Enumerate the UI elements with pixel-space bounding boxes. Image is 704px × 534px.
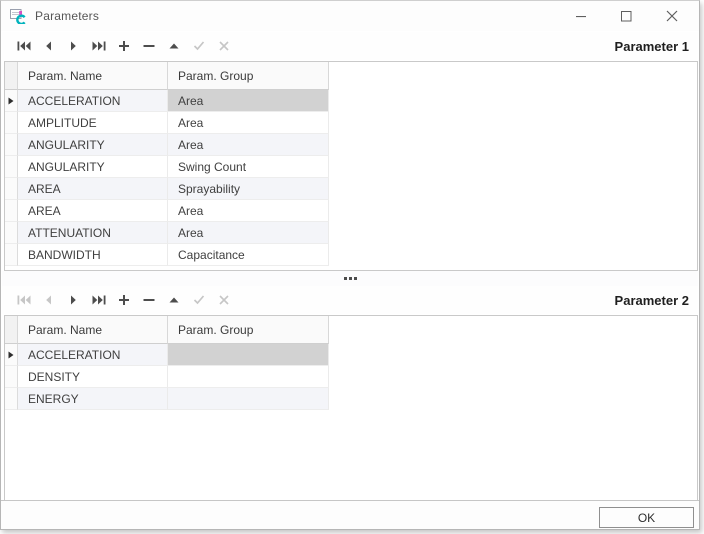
- parameter2-grid: Param. NameParam. GroupACCELERATIONDENSI…: [4, 315, 698, 501]
- maximize-icon: [621, 11, 632, 22]
- table-row[interactable]: AREASprayability: [5, 178, 697, 200]
- row-indicator-cell: [5, 244, 18, 266]
- grid-cell[interactable]: ANGULARITY: [18, 156, 168, 178]
- section-label-parameter1: Parameter 1: [615, 39, 689, 54]
- close-button[interactable]: [649, 1, 694, 31]
- table-row[interactable]: AREAArea: [5, 200, 697, 222]
- nav-delete-button[interactable]: [136, 288, 161, 312]
- navigator-toolbar-parameter2: Parameter 2: [2, 286, 698, 314]
- minimize-button[interactable]: [559, 1, 604, 31]
- row-indicator-cell: [5, 388, 18, 410]
- table-row[interactable]: AMPLITUDEArea: [5, 112, 697, 134]
- current-row-indicator-icon: [8, 97, 14, 105]
- nav-post-button: [186, 34, 211, 58]
- close-icon: [666, 10, 678, 22]
- row-indicator-cell: [5, 90, 18, 112]
- current-row-indicator-icon: [8, 351, 14, 359]
- row-indicator-cell: [5, 366, 18, 388]
- column-header[interactable]: Param. Group: [168, 316, 329, 344]
- grid-cell[interactable]: AREA: [18, 178, 168, 200]
- nav-next-button[interactable]: [61, 288, 86, 312]
- grid-cell[interactable]: AMPLITUDE: [18, 112, 168, 134]
- nav-first-button: [11, 288, 36, 312]
- nav-prior-button: [36, 288, 61, 312]
- indicator-header-cell: [5, 316, 18, 344]
- row-indicator-cell: [5, 134, 18, 156]
- grid-cell[interactable]: ENERGY: [18, 388, 168, 410]
- window-controls: [559, 1, 694, 31]
- table-row[interactable]: ACCELERATIONArea: [5, 90, 697, 112]
- nav-insert-button[interactable]: [111, 288, 136, 312]
- grid-cell[interactable]: ATTENUATION: [18, 222, 168, 244]
- footer-panel: OK: [1, 500, 699, 529]
- window-title: Parameters: [35, 9, 99, 23]
- grid-cell[interactable]: DENSITY: [18, 366, 168, 388]
- grid-cell[interactable]: Swing Count: [168, 156, 329, 178]
- titlebar[interactable]: Parameters: [1, 1, 699, 31]
- table-row[interactable]: ATTENUATIONArea: [5, 222, 697, 244]
- table-row[interactable]: ANGULARITYArea: [5, 134, 697, 156]
- nav-edit-button[interactable]: [161, 288, 186, 312]
- indicator-header-cell: [5, 62, 18, 90]
- row-indicator-cell: [5, 156, 18, 178]
- grid-cell[interactable]: Area: [168, 200, 329, 222]
- nav-delete-button[interactable]: [136, 34, 161, 58]
- row-indicator-cell: [5, 112, 18, 134]
- table-row[interactable]: BANDWIDTHCapacitance: [5, 244, 697, 266]
- nav-next-button[interactable]: [61, 34, 86, 58]
- grid-cell[interactable]: Sprayability: [168, 178, 329, 200]
- grid-header-row: Param. NameParam. Group: [5, 316, 697, 344]
- column-header[interactable]: Param. Name: [18, 62, 168, 90]
- grid-cell[interactable]: Area: [168, 222, 329, 244]
- grid-cell[interactable]: ANGULARITY: [18, 134, 168, 156]
- grid-cell[interactable]: ACCELERATION: [18, 344, 168, 366]
- parameter1-grid: Param. NameParam. GroupACCELERATIONAreaA…: [4, 61, 698, 271]
- grid-cell[interactable]: Area: [168, 90, 329, 112]
- minimize-icon: [576, 11, 587, 22]
- grid-cell[interactable]: AREA: [18, 200, 168, 222]
- nav-first-button[interactable]: [11, 34, 36, 58]
- grid-cell[interactable]: [168, 366, 329, 388]
- splitter[interactable]: [2, 271, 698, 286]
- grid-cell[interactable]: BANDWIDTH: [18, 244, 168, 266]
- nav-post-button: [186, 288, 211, 312]
- grid-header-row: Param. NameParam. Group: [5, 62, 697, 90]
- grid-cell[interactable]: Area: [168, 112, 329, 134]
- table-row[interactable]: DENSITY: [5, 366, 697, 388]
- row-indicator-cell: [5, 178, 18, 200]
- grip-dots-icon: [344, 277, 357, 280]
- grid-cell[interactable]: Capacitance: [168, 244, 329, 266]
- grid-cell[interactable]: Area: [168, 134, 329, 156]
- navigator-toolbar-parameter1: Parameter 1: [2, 32, 698, 60]
- column-header[interactable]: Param. Name: [18, 316, 168, 344]
- row-indicator-cell: [5, 222, 18, 244]
- nav-edit-button[interactable]: [161, 34, 186, 58]
- row-indicator-cell: [5, 344, 18, 366]
- table-row[interactable]: ACCELERATION: [5, 344, 697, 366]
- grid-cell[interactable]: [168, 388, 329, 410]
- nav-cancel-button: [211, 34, 236, 58]
- nav-prior-button[interactable]: [36, 34, 61, 58]
- grid-cell[interactable]: [168, 344, 329, 366]
- navigator-buttons: [11, 34, 236, 58]
- nav-insert-button[interactable]: [111, 34, 136, 58]
- table-row[interactable]: ANGULARITYSwing Count: [5, 156, 697, 178]
- grid-cell[interactable]: ACCELERATION: [18, 90, 168, 112]
- navigator-buttons: [11, 288, 236, 312]
- ok-button[interactable]: OK: [599, 507, 694, 528]
- table-row[interactable]: ENERGY: [5, 388, 697, 410]
- nav-last-button[interactable]: [86, 34, 111, 58]
- app-icon: [10, 8, 26, 24]
- maximize-button[interactable]: [604, 1, 649, 31]
- nav-cancel-button: [211, 288, 236, 312]
- section-label-parameter2: Parameter 2: [615, 293, 689, 308]
- parameters-dialog: Parameters Parameter 1 Param. NameParam.…: [0, 0, 700, 530]
- column-header[interactable]: Param. Group: [168, 62, 329, 90]
- nav-last-button[interactable]: [86, 288, 111, 312]
- row-indicator-cell: [5, 200, 18, 222]
